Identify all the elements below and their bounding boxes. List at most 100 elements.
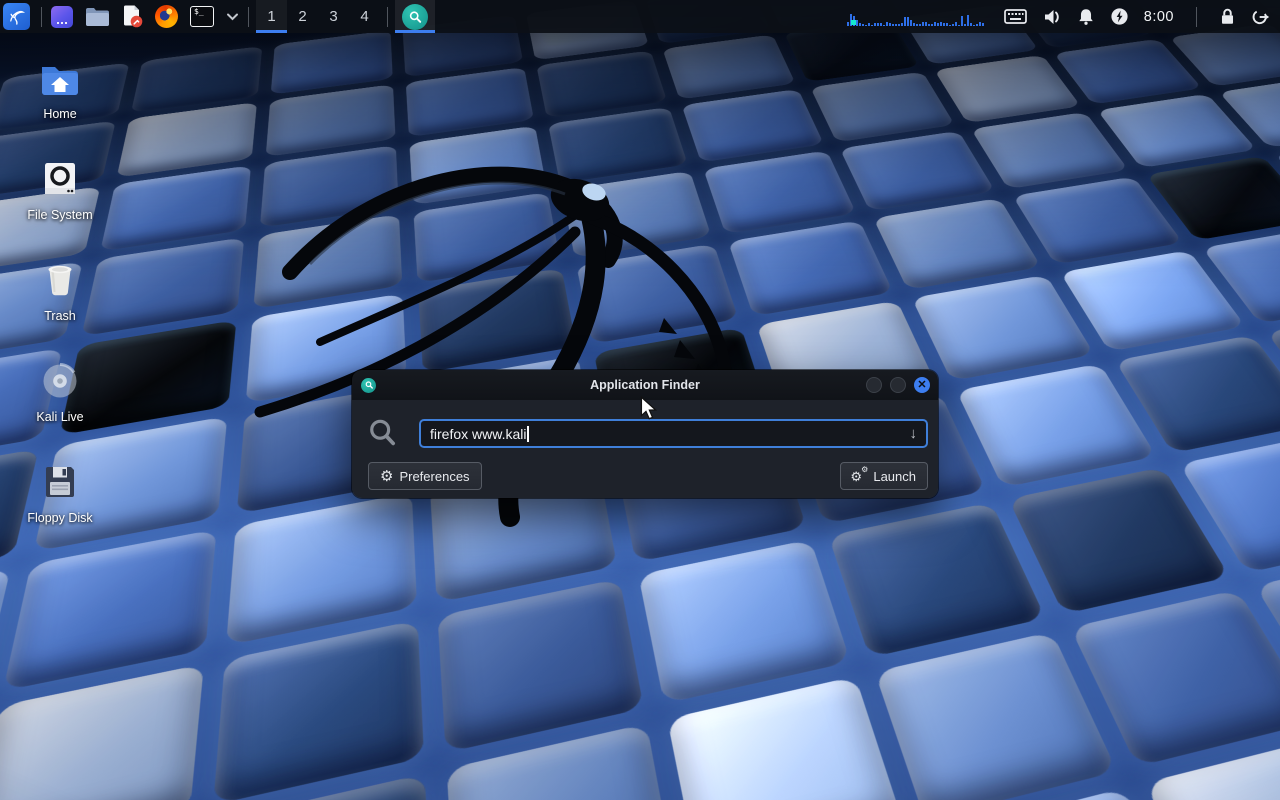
- window-icon-application-finder: [361, 378, 376, 393]
- monitor-bar: [907, 17, 909, 26]
- hard-drive-icon: [36, 155, 84, 203]
- logout-icon[interactable]: [1251, 8, 1271, 26]
- button-row: ⚙ Preferences ⚙⚙ Launch: [368, 462, 928, 490]
- workspace-label: 3: [329, 8, 337, 25]
- workspace-label: 4: [360, 8, 368, 25]
- monitor-bar: [886, 22, 888, 26]
- monitor-bar: [976, 24, 978, 26]
- monitor-bar: [865, 25, 867, 26]
- text-editor-icon[interactable]: [122, 5, 143, 28]
- monitor-bar: [952, 24, 954, 26]
- monitor-bar: [856, 20, 858, 26]
- monitor-bar: [931, 24, 933, 26]
- workspace-label: 1: [267, 8, 275, 25]
- workspace-button-2[interactable]: 2: [287, 0, 318, 33]
- monitor-bar: [853, 16, 855, 26]
- application-finder-window: Application Finder ✕ firefox www.kali ↓: [352, 370, 938, 498]
- desktop-icon-list: Home File System Trash: [12, 54, 108, 525]
- mouse-cursor: [638, 396, 660, 420]
- wallpaper-cube: [971, 112, 1129, 189]
- monitor-bar: [943, 23, 945, 26]
- desktop-icon-label: Home: [43, 107, 76, 121]
- workspace-button-1[interactable]: 1: [256, 0, 287, 33]
- monitor-bar: [883, 25, 885, 26]
- home-folder-icon: [36, 54, 84, 102]
- application-finder-task-button[interactable]: [395, 0, 435, 33]
- monitor-bar: [955, 22, 957, 26]
- window-controls: ✕: [866, 377, 938, 393]
- monitor-bar: [979, 22, 981, 26]
- wallpaper-cube: [934, 55, 1081, 123]
- notifications-icon[interactable]: [1077, 7, 1095, 26]
- panel-clock[interactable]: 8:00: [1144, 9, 1174, 25]
- monitor-bar: [877, 23, 879, 26]
- monitor-bar: [967, 15, 969, 26]
- minimize-button[interactable]: [866, 377, 882, 393]
- arrow-down-icon[interactable]: ↓: [910, 425, 918, 442]
- trash-icon: [36, 256, 84, 304]
- wallpaper-cube: [828, 502, 1045, 657]
- monitor-bar: [850, 14, 852, 26]
- window-title: Application Finder: [352, 378, 938, 392]
- file-manager-icon[interactable]: [85, 7, 110, 27]
- desktop-icon-floppy-disk[interactable]: Floppy Disk: [12, 458, 108, 525]
- gear-icon: ⚙: [380, 469, 393, 484]
- application-finder-icon: [402, 4, 428, 30]
- power-icon[interactable]: [1110, 7, 1129, 26]
- monitor-bar: [970, 23, 972, 26]
- workspace-button-3[interactable]: 3: [318, 0, 349, 33]
- search-row: firefox www.kali ↓: [368, 418, 928, 449]
- wallpaper-cube: [810, 72, 955, 143]
- monitor-bar: [958, 25, 960, 26]
- monitor-bar: [904, 17, 906, 26]
- desktop-icon-file-system[interactable]: File System: [12, 155, 108, 222]
- monitor-bar: [898, 24, 900, 26]
- chevron-down-icon[interactable]: [226, 12, 239, 22]
- monitor-bar: [982, 23, 984, 26]
- wallpaper-cube: [875, 632, 1118, 800]
- monitor-bar: [919, 24, 921, 26]
- kali-menu-button[interactable]: [3, 3, 30, 30]
- system-tray: 8:00: [847, 7, 1280, 27]
- volume-icon[interactable]: [1042, 7, 1062, 27]
- keyboard-icon[interactable]: [1004, 8, 1027, 25]
- monitor-bar: [940, 22, 942, 26]
- desktop-icon-kali-live[interactable]: Kali Live: [12, 357, 108, 424]
- search-input[interactable]: firefox www.kali ↓: [419, 419, 928, 448]
- panel-separator: [248, 7, 249, 27]
- launch-button[interactable]: ⚙⚙ Launch: [840, 462, 928, 490]
- launcher-bar: $_: [51, 5, 239, 28]
- monitor-bar: [892, 24, 894, 26]
- panel-separator: [1196, 7, 1197, 27]
- close-button[interactable]: ✕: [914, 377, 930, 393]
- monitor-bar: [961, 16, 963, 26]
- system-monitor[interactable]: [847, 11, 989, 26]
- top-panel: $_ 1 2 3 4: [0, 0, 1280, 33]
- desktop-icon-label: Trash: [44, 309, 76, 323]
- search-input-value: firefox www.kali: [430, 426, 526, 442]
- terminal-icon[interactable]: $_: [190, 6, 214, 27]
- wallpaper-cube: [956, 363, 1156, 487]
- firefox-icon[interactable]: [155, 5, 178, 28]
- wallpaper-cube: [840, 131, 996, 211]
- desktop-icon-trash[interactable]: Trash: [12, 256, 108, 323]
- monitor-bar: [913, 23, 915, 26]
- monitor-bar: [925, 22, 927, 26]
- search-icon: [368, 418, 398, 449]
- preferences-button[interactable]: ⚙ Preferences: [368, 462, 482, 490]
- monitor-bar: [964, 24, 966, 26]
- lock-icon[interactable]: [1219, 7, 1236, 26]
- monitor-bar: [910, 20, 912, 26]
- maximize-button[interactable]: [890, 377, 906, 393]
- monitor-bar: [859, 23, 861, 26]
- monitor-bar: [916, 24, 918, 26]
- workspace-button-4[interactable]: 4: [349, 0, 380, 33]
- desktop-screen: Home File System Trash: [0, 0, 1280, 800]
- launch-gears-icon: ⚙⚙: [852, 469, 867, 484]
- text-caret: [527, 426, 529, 442]
- window-app-icon[interactable]: [51, 6, 73, 28]
- monitor-bar: [871, 25, 873, 26]
- desktop-icon-home[interactable]: Home: [12, 54, 108, 121]
- floppy-disk-icon: [36, 458, 84, 506]
- monitor-bar: [868, 23, 870, 26]
